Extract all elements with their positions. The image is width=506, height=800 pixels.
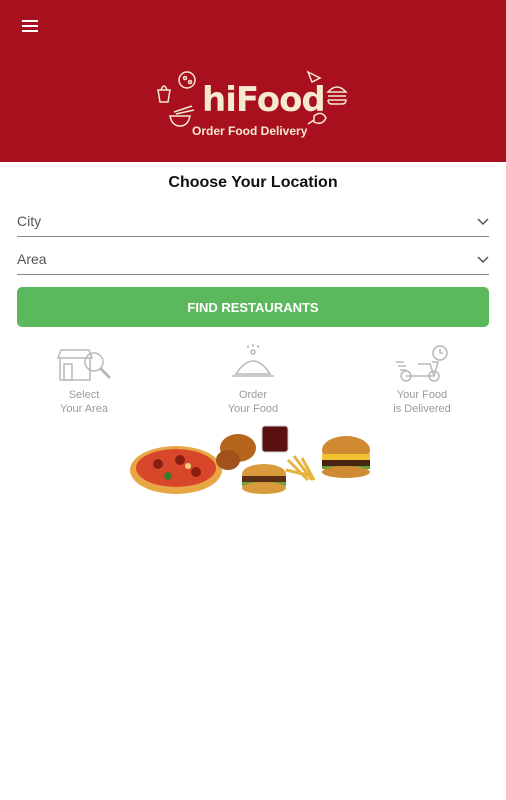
storefront-search-icon [56,349,112,381]
city-placeholder: City [17,213,42,229]
step-label-line2: is Delivered [393,403,451,415]
city-dropdown[interactable]: City [17,212,489,237]
step-label-line2: Your Area [60,403,108,415]
logo-tagline: Order Food Delivery [192,124,308,138]
hifood-logo: hiFood Order Food Delivery [150,66,356,146]
step-label-line1: Order [238,389,268,401]
food-cloche-icon [232,344,274,377]
find-restaurants-button[interactable]: FIND RESTAURANTS [17,287,489,327]
fast-food-image [130,425,370,494]
step-label-line1: Select [68,389,100,401]
chevron-down-icon [477,256,489,264]
step-food-delivered: Your Food is Delivered [362,342,482,416]
step-label-line1: Your Food [396,389,448,401]
area-placeholder: Area [17,251,47,267]
step-select-area: Select Your Area [24,342,144,416]
step-order-food: Order Your Food [193,342,313,416]
delivery-scooter-icon [396,345,448,382]
chevron-down-icon [477,218,489,226]
step-label-line2: Your Food [227,403,279,415]
logo-title: hiFood [202,80,326,120]
area-dropdown[interactable]: Area [17,250,489,275]
app-header: hiFood Order Food Delivery [0,0,506,162]
page-title: Choose Your Location [168,174,338,191]
hamburger-menu-icon[interactable] [18,14,44,38]
